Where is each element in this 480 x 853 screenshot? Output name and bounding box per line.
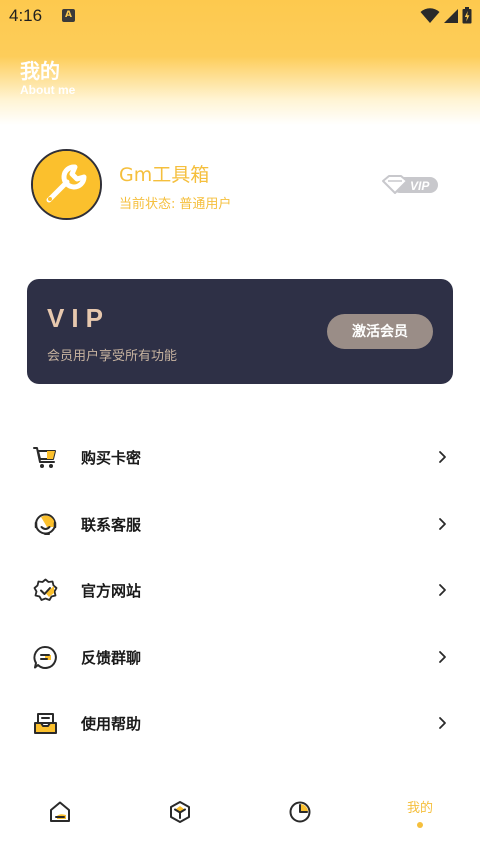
menu-item-help[interactable]: 使用帮助 <box>0 690 480 757</box>
avatar[interactable] <box>31 149 102 220</box>
menu-item-feedback-group[interactable]: 反馈群聊 <box>0 624 480 691</box>
menu-item-buy-card[interactable]: 购买卡密 <box>0 424 480 491</box>
battery-icon <box>462 7 472 24</box>
vip-badge-text: VIP <box>410 179 430 193</box>
nav-tools[interactable] <box>120 780 240 853</box>
app-screen: 4:16 A 我的 About me Gm工具箱 当前状态: 普通用户 VIP … <box>0 0 480 853</box>
notification-app-icon: A <box>62 9 75 22</box>
vip-card-description: 会员用户享受所有功能 <box>47 349 178 364</box>
chevron-right-icon <box>439 584 446 597</box>
activate-vip-button[interactable]: 激活会员 <box>327 314 433 349</box>
nav-me-label: 我的 <box>406 801 433 816</box>
wrench-icon <box>33 151 100 218</box>
chat-bubble-icon <box>33 645 57 669</box>
menu-item-label: 联系客服 <box>81 515 142 534</box>
cube-icon <box>170 801 190 823</box>
user-status-value: 普通用户 <box>179 197 232 212</box>
menu-item-official-website[interactable]: 官方网站 <box>0 557 480 624</box>
user-status-label: 当前状态: <box>119 197 176 212</box>
chevron-right-icon <box>439 517 446 530</box>
signal-icon <box>444 8 458 23</box>
menu-list: 购买卡密 联系客服 官方网站 反馈群聊 使用帮助 <box>0 424 480 757</box>
menu-item-label: 反馈群聊 <box>81 648 142 667</box>
menu-item-label: 官方网站 <box>81 582 142 601</box>
chevron-right-icon <box>439 717 446 730</box>
page-title: 我的 <box>20 59 60 83</box>
status-bar: 4:16 A <box>0 0 480 32</box>
home-icon <box>50 801 70 822</box>
menu-item-customer-service[interactable]: 联系客服 <box>0 491 480 558</box>
nav-me[interactable]: 我的 <box>360 780 480 853</box>
help-inbox-icon <box>34 713 57 735</box>
active-indicator-dot <box>417 822 423 828</box>
menu-item-label: 使用帮助 <box>81 715 142 734</box>
nav-home[interactable] <box>0 780 120 853</box>
vip-card: VIP 会员用户享受所有功能 激活会员 <box>27 279 453 384</box>
chevron-right-icon <box>439 650 446 663</box>
vip-badge: VIP <box>380 173 440 197</box>
nav-stats[interactable] <box>240 780 360 853</box>
chevron-right-icon <box>439 451 446 463</box>
bottom-navigation: 我的 <box>0 780 480 853</box>
vip-diamond-icon: VIP <box>382 175 438 194</box>
wifi-icon <box>420 7 440 23</box>
cart-icon <box>33 447 56 468</box>
menu-item-label: 购买卡密 <box>81 449 142 467</box>
page-subtitle: About me <box>20 83 76 97</box>
app-name: Gm工具箱 <box>119 164 210 186</box>
vip-card-title: VIP <box>47 303 110 333</box>
status-indicators <box>420 7 472 24</box>
customer-service-icon <box>34 513 57 535</box>
verified-badge-icon <box>33 578 58 602</box>
pie-chart-icon <box>289 801 311 823</box>
status-time: 4:16 <box>9 6 43 25</box>
user-status: 当前状态: 普通用户 <box>119 193 235 212</box>
